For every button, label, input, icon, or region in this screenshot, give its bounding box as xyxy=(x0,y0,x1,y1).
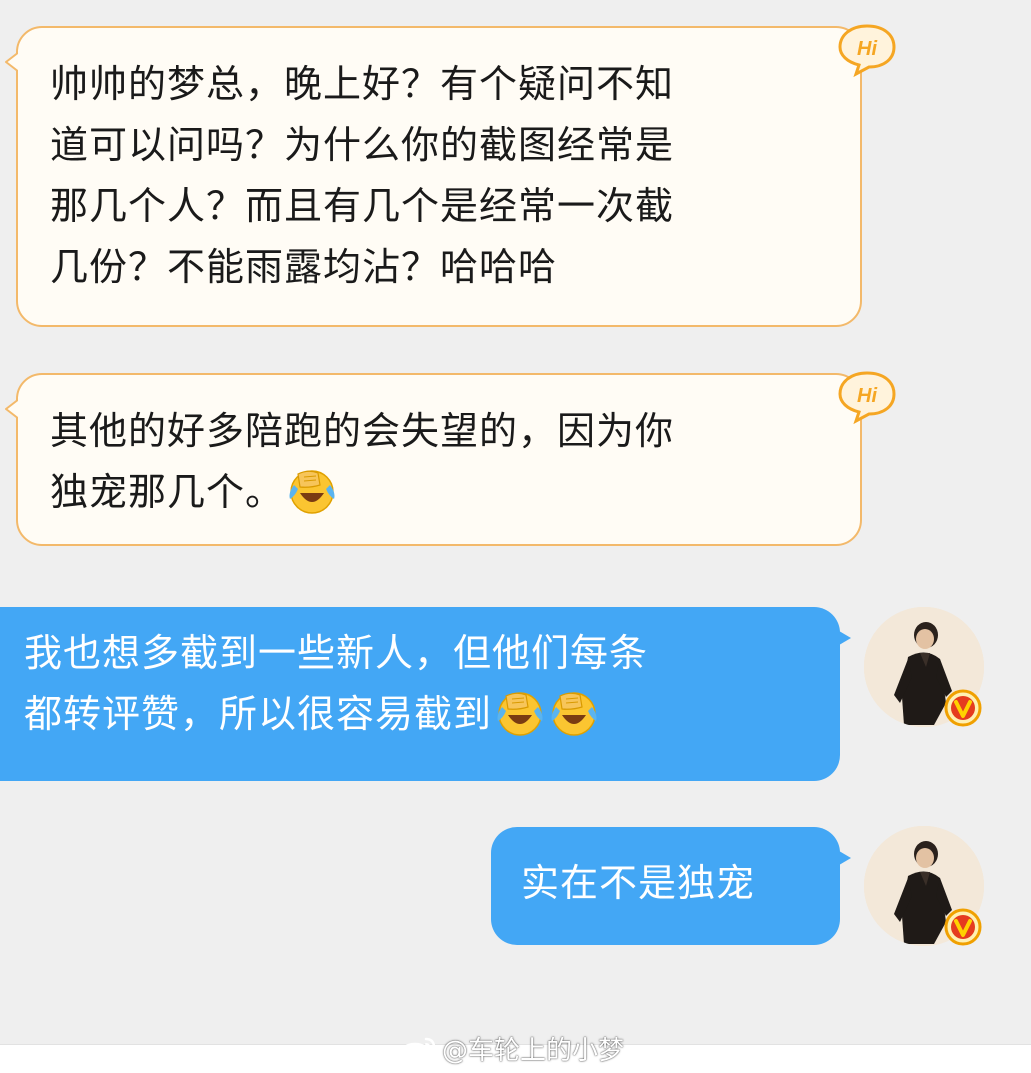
message-line-with-emoji: 独宠那几个。 xyxy=(50,462,820,523)
message-line: 那几个人？而且有几个是经常一次截 xyxy=(50,184,675,228)
message-bubble-incoming: 帅帅的梦总，晚上好？有个疑问不知 道可以问吗？为什么你的截图经常是 那几个人？而… xyxy=(5,26,862,327)
hi-badge-icon: Hi xyxy=(838,371,896,425)
watermark-text: @车轮上的小梦 xyxy=(442,1036,625,1066)
message-bubble-outgoing: 实在不是独宠 xyxy=(491,827,851,945)
message-line: 帅帅的梦总，晚上好？有个疑问不知 xyxy=(50,62,675,106)
laughing-crying-face-icon xyxy=(289,469,335,514)
message-line: 其他的好多陪跑的会失望的，因为你 xyxy=(50,409,675,453)
watermark: @车轮上的小梦 xyxy=(398,1030,624,1067)
verified-badge-icon xyxy=(944,689,982,727)
svg-text:Hi: Hi xyxy=(857,385,877,407)
sender-avatar[interactable] xyxy=(864,607,984,727)
message-line: 我也想多截到一些新人，但他们每条 xyxy=(24,631,649,675)
bubble-tail xyxy=(834,628,851,648)
message-line: 都转评赞，所以很容易截到 xyxy=(24,692,493,736)
svg-text:Hi: Hi xyxy=(857,38,877,60)
laughing-crying-face-icon xyxy=(551,691,597,736)
laughing-crying-face-icon xyxy=(497,691,543,736)
bubble-tail xyxy=(5,397,27,421)
message-line: 几份？不能雨露均沾？哈哈哈 xyxy=(50,245,558,289)
sender-avatar[interactable] xyxy=(864,826,984,946)
weibo-logo-icon xyxy=(399,1037,436,1063)
message-line: 道可以问吗？为什么你的截图经常是 xyxy=(50,123,675,167)
verified-badge-icon xyxy=(944,908,982,946)
message-bubble-outgoing: 我也想多截到一些新人，但他们每条 都转评赞，所以很容易截到 xyxy=(0,607,851,781)
bubble-tail xyxy=(834,848,851,868)
message-line: 实在不是独宠 xyxy=(521,861,756,905)
message-line: 独宠那几个。 xyxy=(50,470,285,514)
message-bubble-incoming: 其他的好多陪跑的会失望的，因为你 独宠那几个。 xyxy=(5,373,862,546)
hi-badge-icon: Hi xyxy=(838,24,896,78)
bubble-tail xyxy=(5,50,27,74)
message-line-with-emoji: 都转评赞，所以很容易截到 xyxy=(24,684,810,745)
